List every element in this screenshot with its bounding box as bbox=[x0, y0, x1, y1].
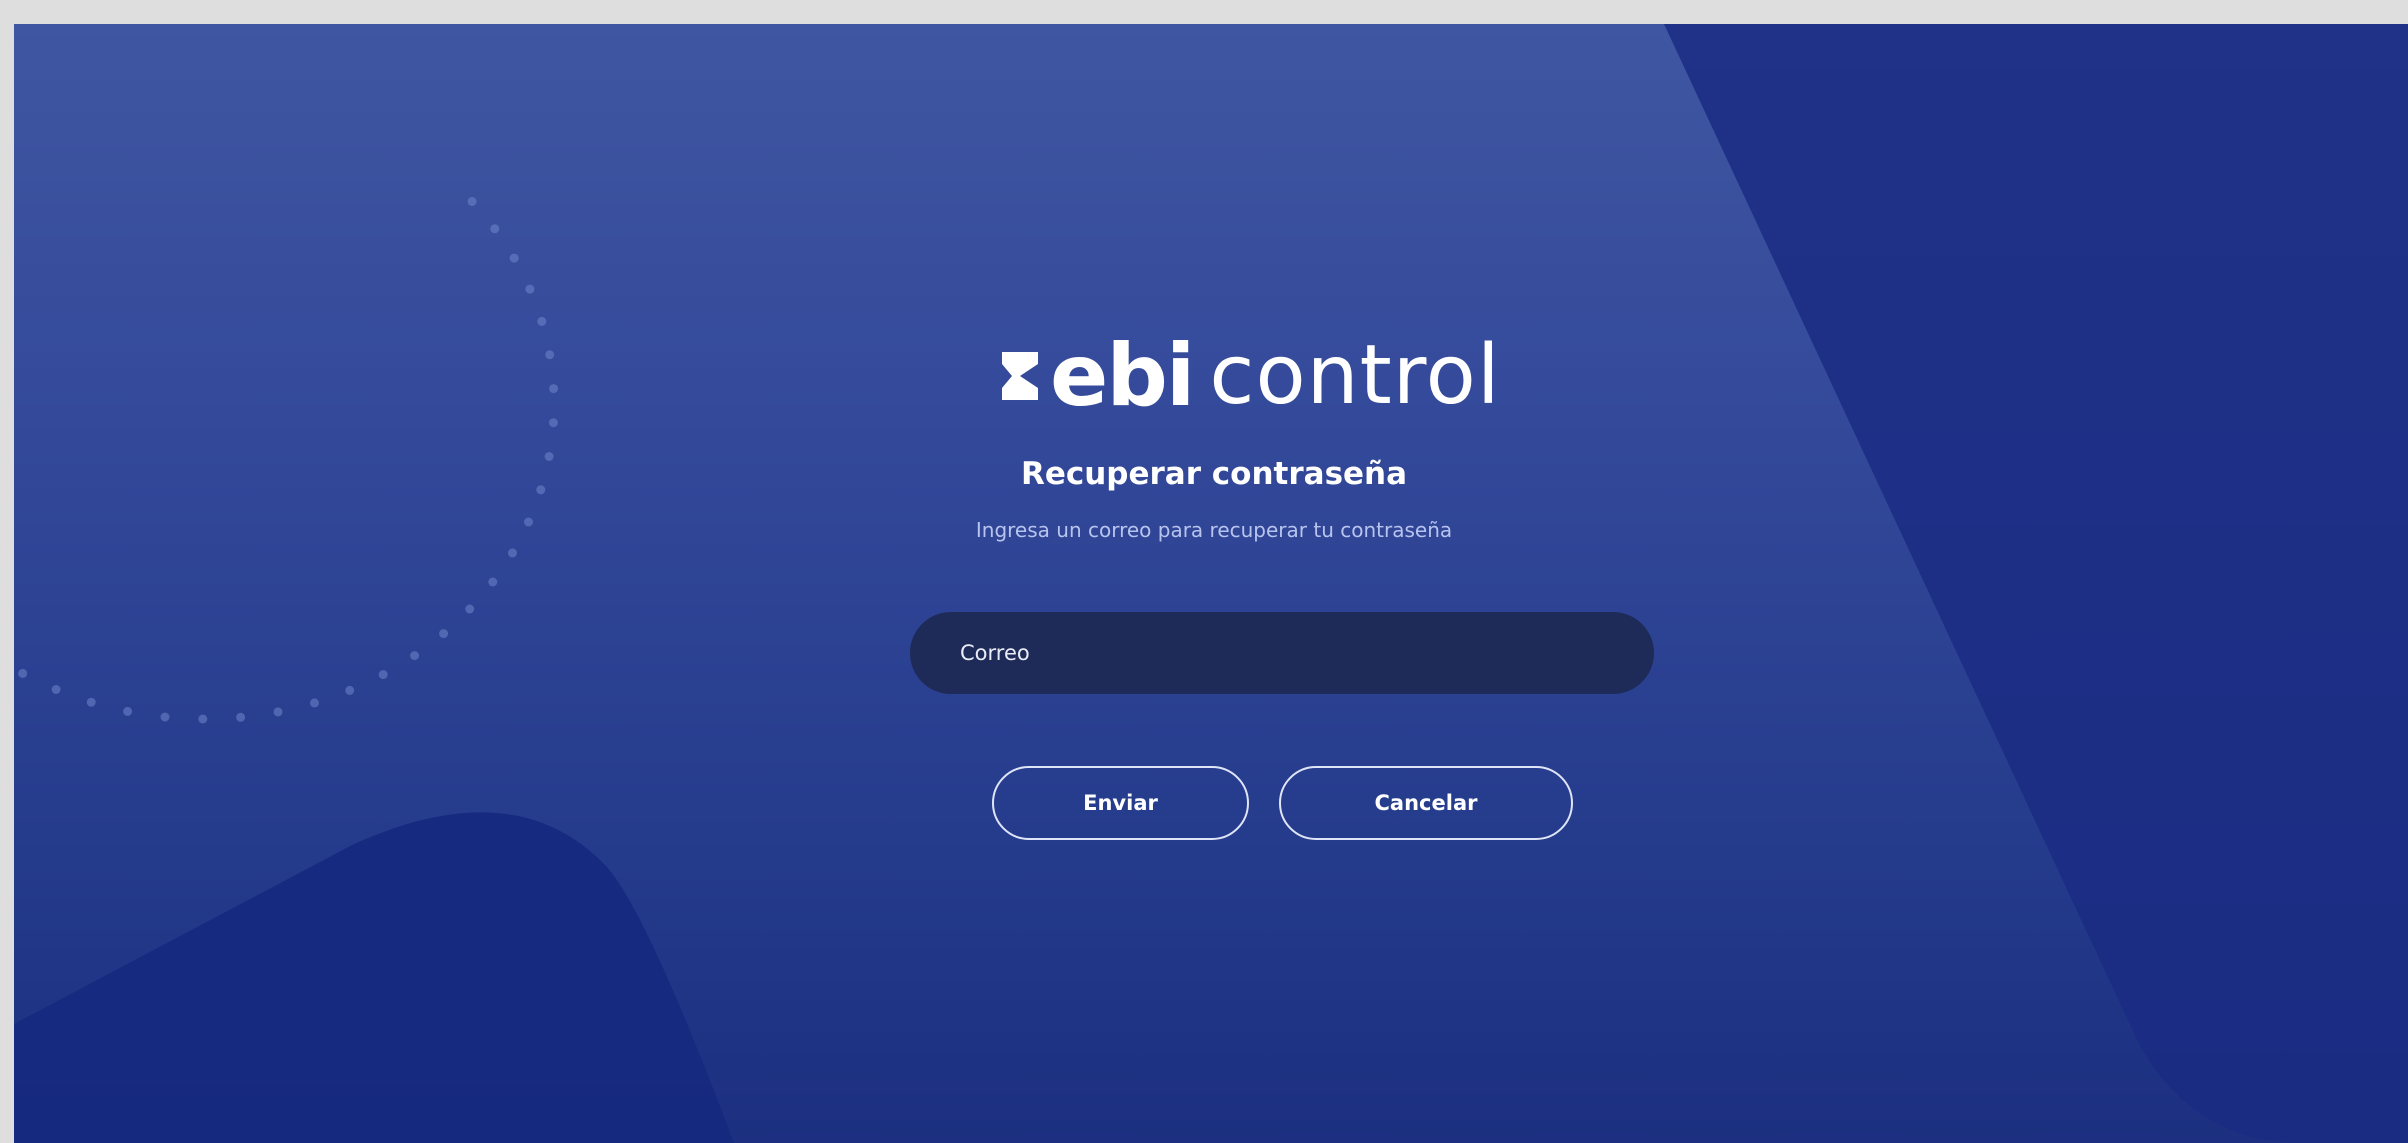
cancel-button[interactable]: Cancelar bbox=[1279, 766, 1573, 840]
page-subtitle: Ingresa un correo para recuperar tu cont… bbox=[975, 518, 1453, 542]
brand-logo: ebi control bbox=[998, 316, 1578, 436]
brand-logo-bold-text: ebi bbox=[1050, 326, 1195, 426]
send-button[interactable]: Enviar bbox=[992, 766, 1249, 840]
brand-logo-light-text: control bbox=[1209, 328, 1501, 423]
recover-password-screen: ebi control Recuperar contraseña Ingresa… bbox=[14, 24, 2408, 1143]
page-title: Recuperar contraseña bbox=[1020, 456, 1408, 492]
brand-mark-icon bbox=[1002, 352, 1038, 400]
email-input[interactable] bbox=[910, 612, 1654, 694]
